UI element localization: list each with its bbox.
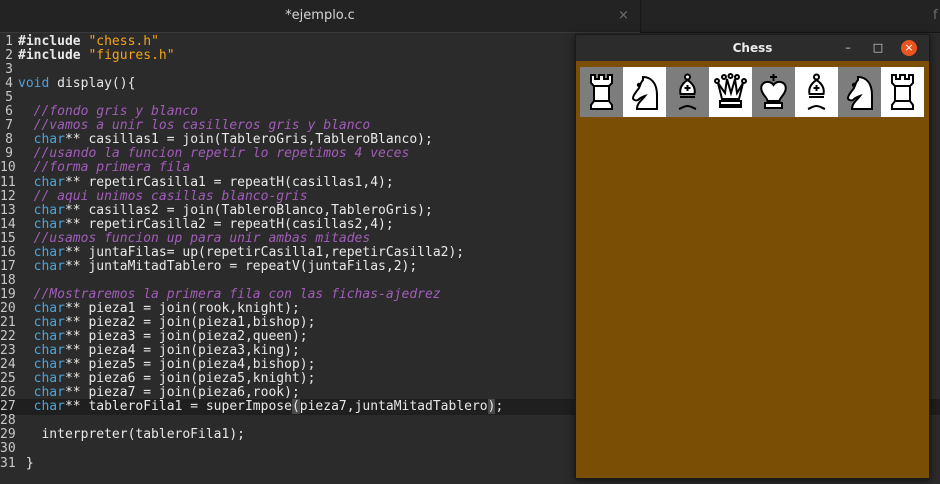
code-token: ; [495,399,504,415]
code-token: //fondo gris y blanco [18,104,199,120]
code-token: char [33,371,65,387]
code-token: void [18,76,50,92]
chess-window-titlebar[interactable]: Chess – □ × [576,35,929,61]
code-token: #include [18,48,89,64]
code-token: display(){ [49,76,136,92]
code-token: ** pieza1 = join(rook,knight); [64,300,300,316]
code-token: // aqui unimos casillas blanco-gris [18,188,308,204]
code-token: ** tableroFila1 = superImpose [64,399,292,415]
chess-window: Chess – □ × [575,34,930,479]
code-token: ** casillas1 = join(TableroGris,TableroB… [64,132,433,148]
tab-bar: *ejemplo.c × f [0,0,940,34]
code-token: ** pieza3 = join(pieza2,queen); [64,329,308,345]
board-square [795,67,838,117]
code-token: ** repetirCasilla2 = repeatH(casillas2,4… [64,216,394,232]
code-token: ( [291,399,300,415]
tab-close-icon[interactable]: × [618,8,629,23]
code-token: char [33,399,65,415]
code-token: ** juntaMitadTablero = repeatV(juntaFila… [64,258,418,274]
code-token: char [33,385,65,401]
code-token: } [18,455,34,471]
code-token: //Mostraremos la primera fila con las fi… [18,286,441,302]
code-token: //vamos a unir los casilleros gris y bla… [18,118,371,134]
code-token: //usando la funcion repetir lo repetimos… [18,146,410,162]
close-icon[interactable]: × [901,40,917,56]
code-token: ** pieza7 = join(pieza6,rook); [64,385,300,401]
code-token: char [33,329,65,345]
board-square [752,67,795,117]
code-token: interpreter(tableroFila1); [18,427,245,443]
code-token: ** casillas2 = join(TableroBlanco,Tabler… [64,202,433,218]
board-square [666,67,709,117]
code-token: char [33,216,65,232]
code-token: pieza7,juntaMitadTablero [299,399,488,415]
code-token: char [33,357,65,373]
code-token: ** repetirCasilla1 = repeatH(casillas1,4… [64,174,394,190]
code-token: #include [18,34,89,49]
board-square [580,67,623,117]
code-token: char [33,174,65,190]
tab-title: *ejemplo.c [285,8,355,23]
code-token: char [33,132,65,148]
board-square [838,67,881,117]
code-token: char [33,244,65,260]
chess-board-row [580,67,924,117]
code-token: //forma primera fila [18,160,191,176]
board-square [881,67,924,117]
code-token: ** pieza4 = join(pieza3,king); [64,343,300,359]
tab-second-title: f [933,8,938,23]
board-square [709,67,752,117]
maximize-icon[interactable]: □ [870,40,886,56]
code-token: ** pieza5 = join(pieza4,bishop); [64,357,316,373]
code-token: "chess.h" [88,34,159,49]
code-token: char [33,202,65,218]
line-number: 31 [0,455,16,471]
code-token: char [33,300,65,316]
tab-ejemplo-c[interactable]: *ejemplo.c × [0,0,640,34]
code-token: ** pieza2 = join(pieza1,bishop); [64,315,316,330]
code-token: ** pieza6 = join(pieza5,knight); [64,371,316,387]
code-token: "figures.h" [88,48,175,64]
code-token: char [33,315,65,330]
minimize-icon[interactable]: – [840,40,856,56]
code-token: //usamos funcion up para unir ambas mita… [18,230,371,246]
code-token: char [33,343,65,359]
code-token: ** juntaFilas= up(repetirCasilla1,repeti… [64,244,465,260]
tab-second[interactable]: f [640,0,940,32]
code-token: char [33,258,65,274]
board-square [623,67,666,117]
